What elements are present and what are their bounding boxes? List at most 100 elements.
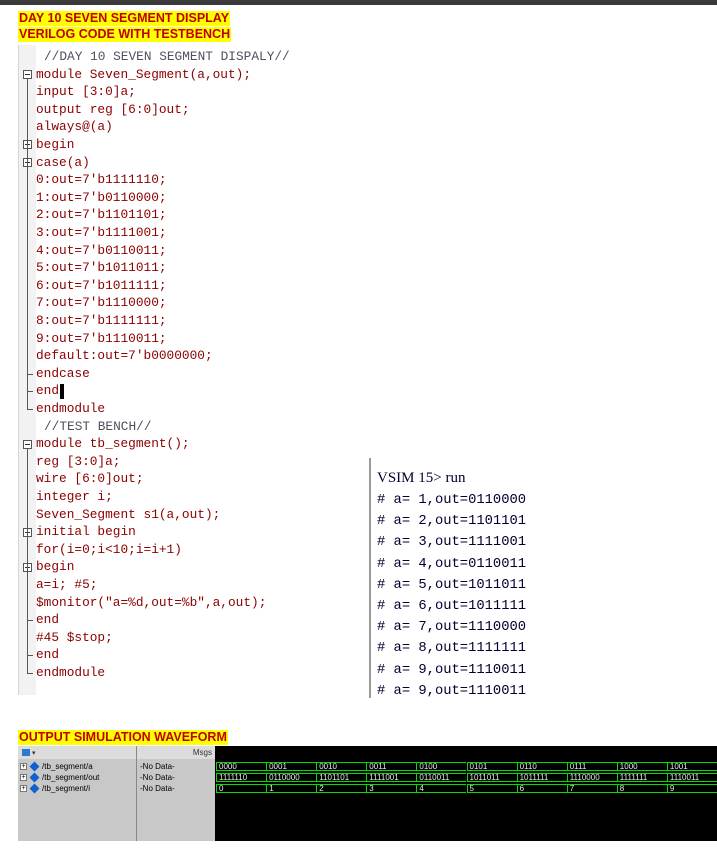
code-line: begin (36, 559, 75, 575)
code-line: initial begin (36, 524, 136, 540)
code-line: 5:out=7'b1011011; (36, 260, 167, 276)
waveform-segment: 1011111 (516, 773, 567, 782)
code-line: always@(a) (36, 119, 113, 135)
code-line: end (36, 612, 60, 628)
code-line: $monitor("a=%d,out=%b",a,out); (36, 594, 267, 610)
signal-row[interactable]: + /tb_segment/i (18, 783, 136, 794)
signal-row[interactable]: + /tb_segment/a (18, 761, 136, 772)
waveform-segment: 1111111 (616, 773, 667, 782)
signal-name: /tb_segment/i (42, 784, 91, 793)
waveform-segment: 4 (416, 784, 467, 793)
page-subtitle: VERILOG CODE WITH TESTBENCH (18, 27, 232, 42)
waveform-segment: 3 (366, 784, 417, 793)
code-line: output reg [6:0]out; (36, 101, 190, 117)
code-line: wire [6:0]out; (36, 471, 144, 487)
console-partial-line: ········· ····· (481, 458, 591, 466)
code-line: reg [3:0]a; (36, 453, 121, 469)
waveform-window[interactable]: ▾ + /tb_segment/a + /tb_segment/out + /tb_seg… (18, 746, 717, 841)
code-line: integer i; (36, 489, 113, 504)
code-editor[interactable]: //DAY 10 SEVEN SEGMENT DISPALY// module S… (18, 45, 331, 695)
waveform-segment: 1110011 (666, 773, 717, 782)
code-line: 2:out=7'b1101101; (36, 207, 167, 223)
waveform-segment: 7 (566, 784, 617, 793)
console-line: # a= 8,out=1111111 (377, 641, 527, 657)
fold-toggle-icon[interactable] (23, 69, 32, 79)
waveform-segment: 1000 (616, 762, 667, 771)
signal-msg: -No Data- (140, 773, 175, 782)
waveform-segment: 1111001 (366, 773, 417, 782)
page-title: DAY 10 SEVEN SEGMENT DISPLAY (18, 11, 231, 26)
expand-icon[interactable]: + (20, 763, 27, 771)
code-line: endcase (36, 365, 90, 381)
signal-diamond-icon (29, 772, 40, 783)
waveform-segment: 0111 (566, 762, 617, 771)
expand-icon[interactable]: + (20, 774, 27, 782)
console-line: # a= 5,out=1011011 (377, 577, 527, 593)
code-line: 6:out=7'b1011111; (36, 277, 167, 293)
waveform-segment: 9 (666, 784, 717, 793)
signal-msg: -No Data- (140, 762, 175, 771)
code-line: 1:out=7'b0110000; (36, 189, 167, 205)
fold-guide (27, 78, 28, 409)
waveform-segment: 6 (516, 784, 567, 793)
code-line: endmodule (36, 401, 106, 416)
console-line: # a= 7,out=1110000 (377, 620, 527, 636)
transcript-console[interactable]: ········· ····· VSIM 15> run # a= 1,out=… (369, 458, 591, 698)
waveform-segment: 0110 (516, 762, 567, 771)
code-line: a=i; #5; (36, 577, 98, 592)
signal-row[interactable]: + /tb_segment/out (18, 772, 136, 783)
text-cursor (60, 383, 65, 399)
signal-name-pane: ▾ + /tb_segment/a + /tb_segment/out + /tb_seg… (18, 746, 136, 841)
console-line: # a= 6,out=1011111 (377, 599, 527, 614)
code-line: //TEST BENCH// (44, 418, 152, 434)
signal-diamond-icon (29, 761, 40, 772)
code-line: for(i=0;i<10;i=i+1) (36, 541, 182, 557)
waveform-segment: 1111110 (216, 773, 267, 782)
fold-end-tick (27, 655, 33, 657)
waveform-segment: 1 (266, 784, 317, 793)
code-line: 9:out=7'b1110011; (36, 330, 167, 346)
code-line: #45 $stop; (36, 629, 113, 645)
waveform-segment: 1011011 (466, 773, 517, 782)
console-line: # a= 4,out=0110011 (377, 556, 527, 572)
fold-toggle-icon[interactable] (23, 439, 32, 449)
waveform-segment: 0 (216, 784, 267, 793)
code-line: module tb_segment(); (36, 436, 190, 452)
code-line: input [3:0]a; (36, 84, 136, 100)
waveform-segment: 5 (466, 784, 517, 793)
console-line: # a= 9,out=1110011 (377, 683, 527, 698)
console-prompt: VSIM 15> run (377, 470, 466, 486)
console-line: # a= 2,out=1101101 (377, 514, 527, 530)
signal-name: /tb_segment/a (42, 762, 93, 771)
waveform-segment: 8 (616, 784, 667, 793)
waveform-segment: 0100 (416, 762, 467, 771)
code-line: default:out=7'b0000000; (36, 348, 213, 364)
waveform-segment: 1101101 (316, 773, 367, 782)
fold-end-tick (27, 408, 33, 410)
signal-diamond-icon (29, 783, 40, 794)
waveform-segment: 0101 (466, 762, 517, 771)
code-line: end (36, 382, 65, 400)
fold-end-tick (27, 373, 33, 375)
console-line: # a= 3,out=1111001 (377, 535, 527, 551)
code-line: 4:out=7'b0110011; (36, 242, 167, 258)
expand-icon[interactable]: + (20, 785, 27, 793)
fold-end-tick (27, 672, 33, 674)
code-line: Seven_Segment s1(a,out); (36, 506, 221, 522)
msgs-header: Msgs (137, 746, 215, 759)
wave-toolbar-cell: ▾ (18, 746, 136, 759)
chevron-down-icon[interactable]: ▾ (32, 750, 36, 757)
waveform-plot[interactable]: 0000 0001 0010 0011 0100 0101 0110 0111 1000 1001… (216, 760, 717, 841)
waveform-segment: 0000 (216, 762, 267, 771)
waveform-segment: 0011 (366, 762, 417, 771)
code-line: 3:out=7'b1111001; (36, 225, 167, 240)
waveform-segment: 0001 (266, 762, 317, 771)
msgs-header-label: Msgs (192, 748, 212, 757)
code-line: begin (36, 137, 75, 152)
waveform-segment: 0110011 (416, 773, 467, 782)
signal-msgs-pane: Msgs -No Data- -No Data- -No Data- (136, 746, 215, 841)
code-line: endmodule (36, 665, 106, 680)
waveform-segment: 0010 (316, 762, 367, 771)
waveform-segment: 1001 (666, 762, 717, 771)
wave-options-icon[interactable] (22, 749, 30, 757)
